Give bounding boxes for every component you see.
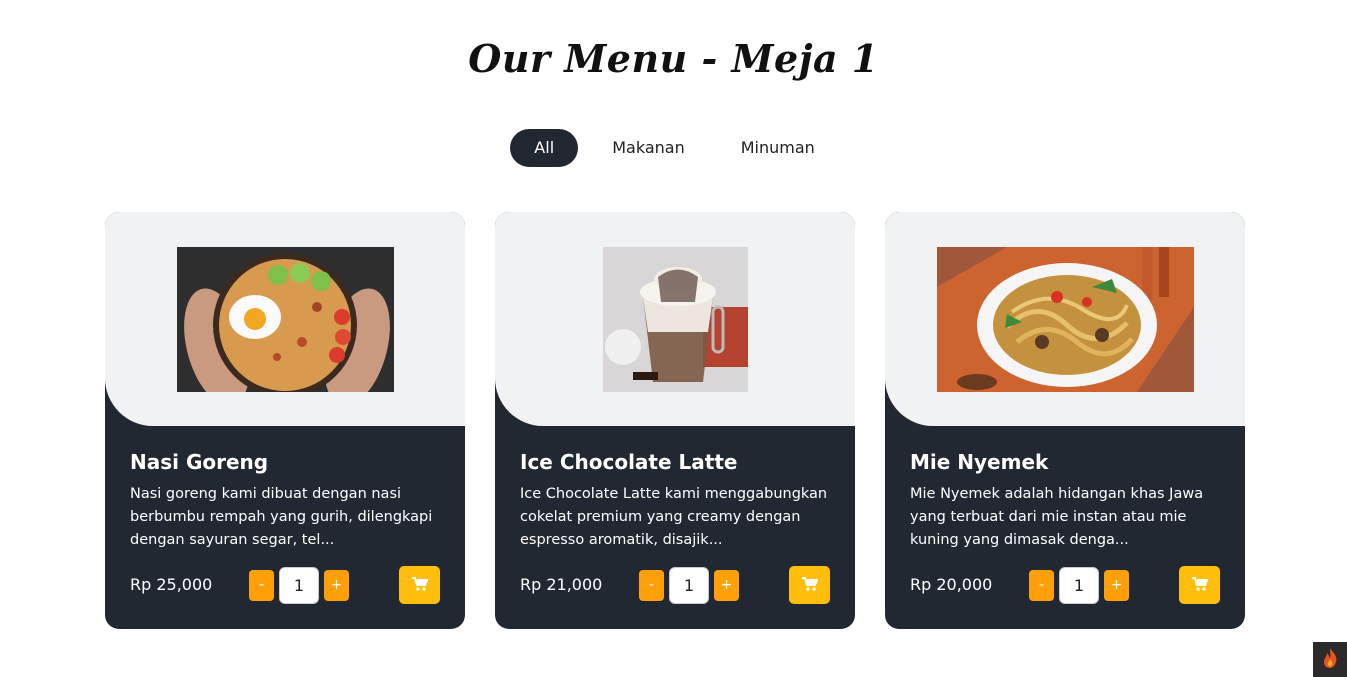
price-label: Rp 21,000 [520, 575, 603, 594]
card-title: Mie Nyemek [910, 450, 1049, 474]
card-image-area [885, 212, 1245, 426]
cart-icon [801, 576, 818, 595]
filter-makanan[interactable]: Makanan [590, 129, 706, 167]
page-title: Our Menu - Meja 1 [468, 36, 879, 81]
card-footer: Rp 25,000 - 1 + [130, 566, 440, 604]
card-description: Mie Nyemek adalah hidangan khas Jawa yan… [910, 486, 1204, 548]
menu-card-nasi-goreng: Nasi Goreng Nasi goreng kami dibuat deng… [105, 212, 465, 629]
food-image [936, 246, 1194, 392]
quantity-decrease-button[interactable]: - [1029, 570, 1054, 601]
quantity-input[interactable]: 1 [279, 567, 319, 604]
price-label: Rp 25,000 [130, 575, 213, 594]
card-title: Ice Chocolate Latte [520, 450, 738, 474]
add-to-cart-button[interactable] [399, 566, 440, 604]
quantity-decrease-button[interactable]: - [639, 570, 664, 601]
card-image-area [495, 212, 855, 426]
corner-widget-button[interactable] [1313, 642, 1347, 677]
flame-icon [1321, 647, 1339, 673]
card-body: Mie Nyemek Mie Nyemek adalah hidangan kh… [885, 426, 1245, 555]
menu-card-mie-nyemek: Mie Nyemek Mie Nyemek adalah hidangan kh… [885, 212, 1245, 629]
quantity-increase-button[interactable]: + [714, 570, 739, 601]
card-image-area [105, 212, 465, 426]
price-label: Rp 20,000 [910, 575, 993, 594]
quantity-decrease-button[interactable]: - [249, 570, 274, 601]
quantity-increase-button[interactable]: + [1104, 570, 1129, 601]
menu-card-ice-chocolate-latte: Ice Chocolate Latte Ice Chocolate Latte … [495, 212, 855, 629]
add-to-cart-button[interactable] [1179, 566, 1220, 604]
cart-icon [1191, 576, 1208, 595]
card-description: Ice Chocolate Latte kami menggabungkan c… [520, 486, 828, 548]
card-footer: Rp 21,000 - 1 + [520, 566, 830, 604]
quantity-input[interactable]: 1 [669, 567, 709, 604]
quantity-increase-button[interactable]: + [324, 570, 349, 601]
card-body: Ice Chocolate Latte Ice Chocolate Latte … [495, 426, 855, 555]
card-title: Nasi Goreng [130, 450, 269, 474]
card-footer: Rp 20,000 - 1 + [910, 566, 1220, 604]
food-image [176, 246, 394, 392]
cart-icon [411, 576, 428, 595]
add-to-cart-button[interactable] [789, 566, 830, 604]
filter-all[interactable]: All [510, 129, 579, 167]
quantity-input[interactable]: 1 [1059, 567, 1099, 604]
filter-minuman[interactable]: Minuman [719, 129, 837, 167]
card-description: Nasi goreng kami dibuat dengan nasi berb… [130, 486, 433, 548]
category-filter-tabs: All Makanan Minuman [0, 129, 1347, 167]
drink-image [602, 246, 748, 392]
card-body: Nasi Goreng Nasi goreng kami dibuat deng… [105, 426, 465, 555]
